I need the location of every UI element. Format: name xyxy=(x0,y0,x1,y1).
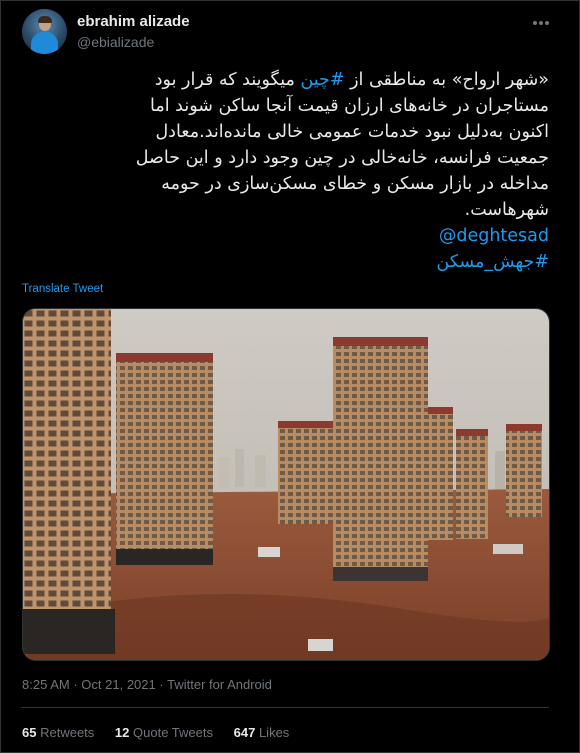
tweet-text-line: مداخله در بازار مسکن و خطای مسکن‌سازی در… xyxy=(161,174,549,194)
quotes-label: Quote Tweets xyxy=(133,725,213,740)
tweet-text-fragment: «شهر ارواح» به مناطقی از xyxy=(344,70,549,90)
tweet-time[interactable]: 8:25 AM xyxy=(22,677,70,692)
tweet-text-line: شهرهاست. xyxy=(464,200,549,220)
mention-link[interactable]: @deghtesad xyxy=(21,223,549,249)
quote-tweets-stat[interactable]: 12 Quote Tweets xyxy=(115,725,213,740)
tweet-source[interactable]: Twitter for Android xyxy=(167,677,272,692)
translate-tweet-link[interactable]: Translate Tweet xyxy=(22,283,103,295)
likes-count: 647 xyxy=(233,725,256,740)
tweet-text-line: اکنون به‌دلیل نبود خدمات عمومی خالی ماند… xyxy=(155,122,549,142)
tweet-photo[interactable] xyxy=(22,308,550,661)
hashtag-link[interactable]: #چین xyxy=(300,70,344,90)
retweets-label: Retweets xyxy=(40,725,95,740)
more-horizontal-icon[interactable] xyxy=(531,13,551,33)
avatar[interactable] xyxy=(22,9,67,54)
tweet-text-line: مستاجران در خانه‌های ارزان قیمت آنجا ساک… xyxy=(150,96,549,116)
tweet-text: «شهر ارواح» به مناطقی از #چین میگویند که… xyxy=(21,67,549,275)
meta-separator: · xyxy=(73,677,78,692)
tweet-text-fragment: میگویند که قرار بود xyxy=(154,70,301,90)
likes-label: Likes xyxy=(258,725,290,740)
tweet-text-line: جمعیت فرانسه، خانه‌خالی در چین وجود دارد… xyxy=(135,148,549,168)
ghost-city-photo xyxy=(23,309,549,660)
quotes-count: 12 xyxy=(114,725,130,740)
retweets-count: 65 xyxy=(22,725,37,740)
author-handle[interactable]: @ebializade xyxy=(77,34,154,50)
author-name[interactable]: ebrahim alizade xyxy=(77,13,190,30)
meta-separator: · xyxy=(159,677,164,692)
tweet-meta: 8:25 AM · Oct 21, 2021 · Twitter for And… xyxy=(22,677,272,692)
retweets-stat[interactable]: 65 Retweets xyxy=(22,725,94,740)
likes-stat[interactable]: 647 Likes xyxy=(234,725,290,740)
tweet-date[interactable]: Oct 21, 2021 xyxy=(81,677,155,692)
tweet-card: ebrahim alizade @ebializade «شهر ارواح» … xyxy=(0,0,580,753)
tweet-stats: 65 Retweets 12 Quote Tweets 647 Likes xyxy=(22,725,306,740)
divider xyxy=(21,707,549,708)
hashtag-link[interactable]: #جهش_مسکن xyxy=(21,249,549,275)
